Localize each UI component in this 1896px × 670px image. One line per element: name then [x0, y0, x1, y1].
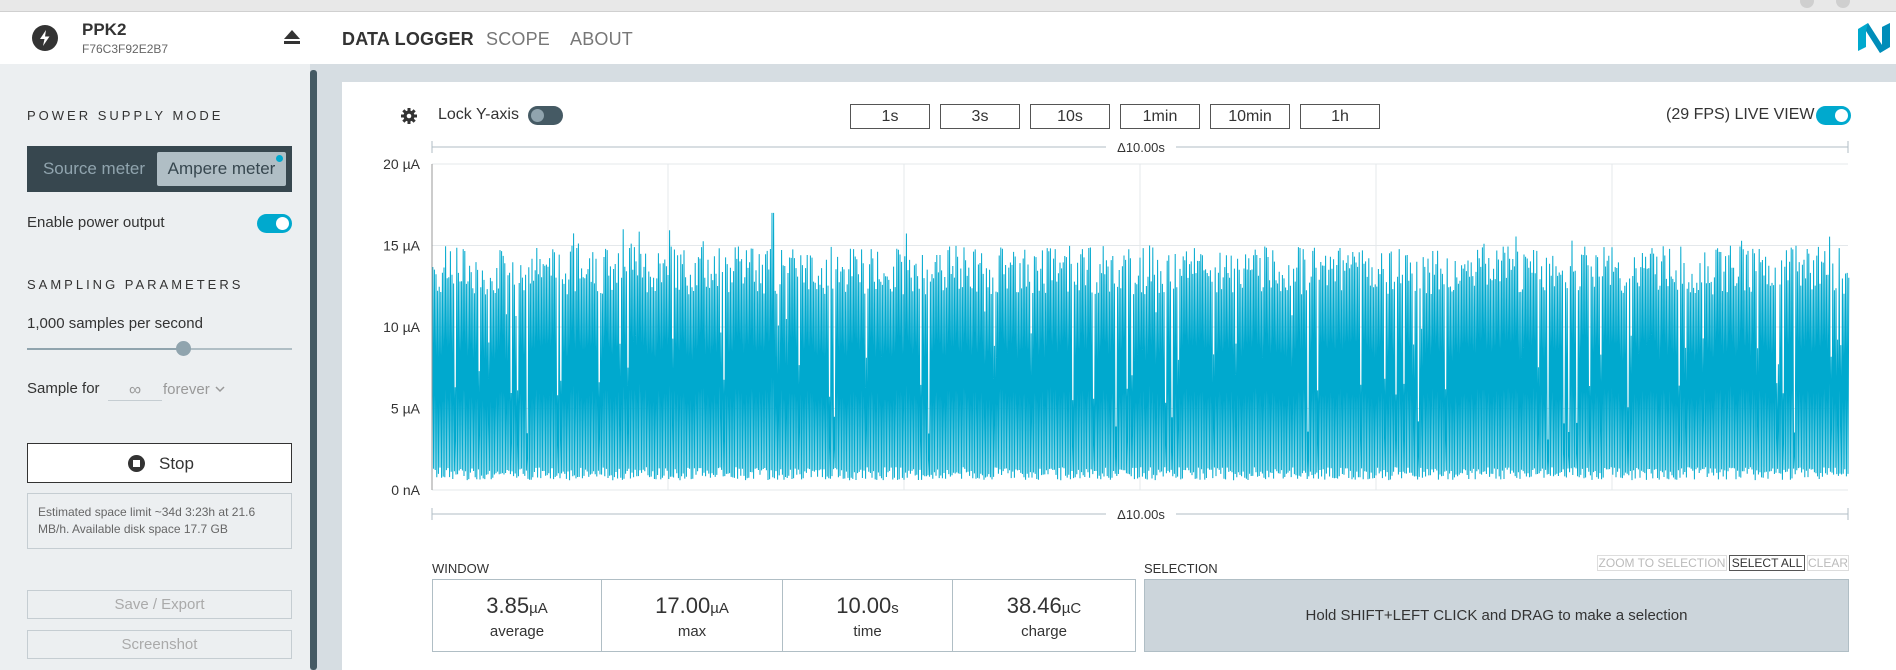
slider-fill [27, 348, 184, 350]
selection-hint[interactable]: Hold SHIFT+LEFT CLICK and DRAG to make a… [1144, 579, 1849, 652]
device-serial: F76C3F92E2B7 [82, 42, 169, 56]
window-title-strip [0, 0, 1896, 12]
eject-icon[interactable] [282, 27, 302, 47]
stat-time-value: 10.00 [836, 593, 892, 618]
source-meter-button[interactable]: Source meter [33, 152, 155, 186]
window-control-icon[interactable] [1800, 0, 1814, 8]
sample-unit-value: forever [163, 381, 210, 398]
sample-rate-label: 1,000 samples per second [27, 315, 203, 332]
sample-rate-slider[interactable] [27, 341, 292, 356]
enable-power-toggle[interactable] [257, 214, 292, 233]
stat-charge: 38.46µC charge [953, 580, 1135, 651]
sample-for-label: Sample for [27, 380, 100, 397]
top-span-label: Δ10.00s [1117, 140, 1165, 155]
slider-thumb[interactable] [176, 341, 192, 356]
top-span-marker: Δ10.00s [431, 140, 1849, 155]
stat-time-unit: s [891, 600, 899, 617]
screenshot-button[interactable]: Screenshot [27, 630, 292, 659]
bottom-span-marker: Δ10.00s [431, 507, 1849, 522]
stat-average-value: 3.85 [486, 593, 530, 618]
power-mode-switch: Source meter Ampere meter [27, 146, 292, 192]
stop-label: Stop [159, 454, 194, 473]
stat-max-value: 17.00 [655, 593, 711, 618]
tab-data-logger[interactable]: DATA LOGGER [342, 29, 474, 50]
tab-scope[interactable]: SCOPE [486, 29, 550, 50]
bottom-span-label: Δ10.00s [1117, 507, 1165, 522]
stat-time-name: time [853, 623, 882, 640]
navbar: PPK2 F76C3F92E2B7 DATA LOGGER SCOPE ABOU… [0, 12, 1896, 64]
clear-button[interactable]: CLEAR [1807, 555, 1849, 571]
sidebar-scrollbar[interactable] [310, 70, 317, 670]
stat-average-name: average [489, 623, 545, 640]
window-label: WINDOW [432, 561, 490, 576]
bolt-icon [32, 25, 58, 51]
ampere-meter-label: Ampere meter [167, 159, 276, 178]
current-chart[interactable]: Δ10.00s Δ10.00s 20 µA 15 µA 10 µA 5 µA 0 nA [342, 82, 1896, 552]
stop-button[interactable]: Stop [27, 443, 292, 483]
sample-duration-input[interactable]: ∞ [108, 380, 162, 401]
sample-unit-dropdown[interactable]: forever [163, 381, 226, 398]
main-panel: Lock Y-axis 1s 3s 10s 1min 10min 1h (29 … [342, 82, 1896, 670]
stat-time: 10.00s time [783, 580, 953, 651]
space-info: Estimated space limit ~34d 3:23h at 21.6… [27, 493, 292, 549]
enable-power-label: Enable power output [27, 214, 165, 231]
sidebar: POWER SUPPLY MODE Source meter Ampere me… [0, 64, 310, 670]
save-export-button[interactable]: Save / Export [27, 590, 292, 619]
sampling-heading: SAMPLING PARAMETERS [27, 277, 244, 292]
stat-charge-value: 38.46 [1006, 593, 1062, 618]
stat-average: 3.85µA average [433, 580, 602, 651]
stat-charge-unit: µC [1061, 600, 1082, 617]
stat-average-unit: µA [529, 600, 548, 617]
power-supply-heading: POWER SUPPLY MODE [27, 108, 224, 123]
selected-indicator [276, 155, 283, 162]
window-stats: 3.85µA average 17.00µA max 10.00s time 3… [432, 579, 1136, 652]
y-tick-label: 10 µA [383, 319, 421, 335]
select-all-button[interactable]: SELECT ALL [1729, 555, 1805, 571]
stat-max-name: max [677, 623, 707, 640]
y-tick-label: 20 µA [383, 156, 421, 172]
stop-icon [128, 455, 145, 472]
stat-max-unit: µA [710, 600, 729, 617]
zoom-to-selection-button[interactable]: ZOOM TO SELECTION [1597, 555, 1727, 571]
chevron-down-icon [215, 386, 225, 393]
stat-charge-name: charge [1021, 623, 1067, 640]
window-control-icon[interactable] [1836, 0, 1850, 8]
y-tick-label: 5 µA [391, 401, 421, 417]
nordic-logo [1856, 21, 1892, 55]
device-name: PPK2 [82, 20, 127, 39]
ampere-meter-button[interactable]: Ampere meter [157, 152, 286, 186]
y-tick-label: 0 nA [391, 482, 420, 498]
tab-about[interactable]: ABOUT [570, 29, 633, 50]
selection-label: SELECTION [1144, 561, 1218, 576]
stat-max: 17.00µA max [602, 580, 783, 651]
y-tick-label: 15 µA [383, 238, 421, 254]
y-axis-ticks: 20 µA 15 µA 10 µA 5 µA 0 nA [383, 156, 421, 498]
